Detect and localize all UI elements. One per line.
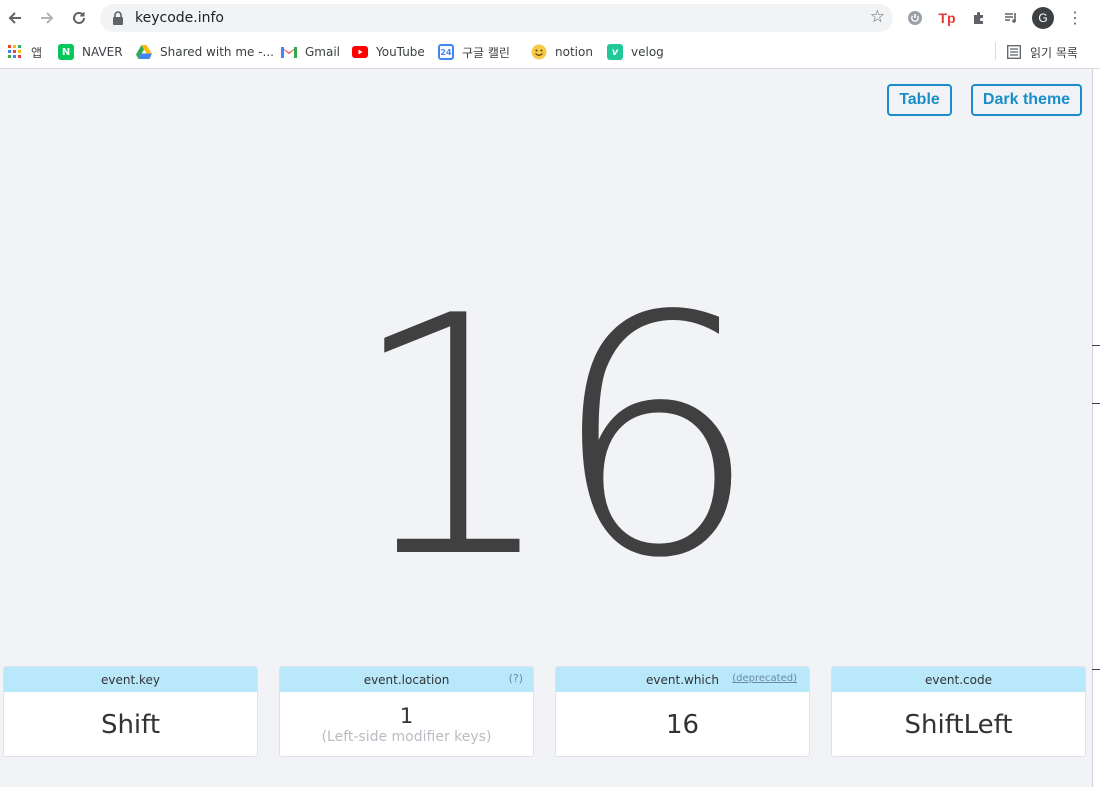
youtube-icon — [352, 44, 368, 60]
card-header: event.key — [4, 667, 257, 692]
window-edge — [1092, 69, 1100, 787]
event-code-card: event.code ShiftLeft — [831, 666, 1086, 757]
tp-extension-icon[interactable]: Tp — [936, 7, 958, 29]
bookmark-label: notion — [555, 45, 593, 59]
table-button[interactable]: Table — [887, 84, 952, 116]
event-which-value: 16 — [665, 710, 700, 740]
address-bar[interactable]: keycode.info ☆ — [100, 4, 893, 32]
dark-theme-button[interactable]: Dark theme — [971, 84, 1082, 116]
bookmark-label: 구글 캘린 — [462, 45, 510, 60]
bookmark-gmail[interactable]: Gmail — [281, 41, 340, 63]
card-body: 16 — [556, 692, 809, 756]
velog-icon: v — [607, 44, 623, 60]
bookmark-label: 앱 — [31, 45, 43, 60]
bookmark-separator — [995, 42, 996, 60]
menu-kebab-icon[interactable]: ⋮ — [1064, 7, 1086, 29]
bookmark-youtube[interactable]: YouTube — [352, 41, 425, 63]
event-key-card: event.key Shift — [3, 666, 258, 757]
bookmark-apps[interactable]: 앱 — [7, 41, 42, 63]
reading-list-label: 읽기 목록 — [1030, 45, 1078, 60]
bookmark-label: NAVER — [82, 45, 123, 59]
back-icon[interactable] — [3, 6, 27, 30]
card-body: ShiftLeft — [832, 692, 1085, 756]
reload-icon[interactable] — [67, 6, 91, 30]
bookmark-label: velog — [631, 45, 664, 59]
event-location-value: 1 — [399, 704, 414, 728]
reading-list[interactable]: 읽기 목록 — [1006, 41, 1078, 63]
gmail-icon — [281, 44, 297, 60]
bookmark-notion[interactable]: notion — [531, 41, 593, 63]
location-help-link[interactable]: (?) — [509, 672, 523, 685]
card-title: event.location — [363, 672, 450, 687]
browser-toolbar: keycode.info ☆ Tp G ⋮ — [0, 0, 1100, 36]
keycode-display: 16 — [348, 246, 760, 630]
card-title: event.key — [101, 672, 160, 687]
card-header: event.which (deprecated) — [556, 667, 809, 692]
bookmarks-bar: 앱 N NAVER Shared with me -... Gmail YouT… — [0, 36, 1100, 69]
bookmark-star-icon[interactable]: ☆ — [870, 7, 885, 27]
event-key-value: Shift — [100, 710, 161, 740]
card-title: event.code — [925, 672, 992, 687]
card-body: Shift — [4, 692, 257, 756]
google-calendar-icon: 24 — [438, 44, 454, 60]
card-body: 1 (Left-side modifier keys) — [280, 692, 533, 756]
bookmark-label: YouTube — [376, 45, 425, 59]
bookmark-google-calendar[interactable]: 24 구글 캘린 — [438, 41, 510, 63]
media-queue-icon[interactable] — [1000, 7, 1022, 29]
bookmark-velog[interactable]: v velog — [607, 41, 664, 63]
deprecated-link[interactable]: (deprecated) — [732, 673, 797, 684]
google-drive-icon — [136, 44, 152, 60]
reading-list-icon — [1006, 44, 1022, 60]
bookmark-label: Shared with me -... — [160, 45, 274, 59]
apps-grid-icon — [7, 44, 23, 60]
bookmark-naver[interactable]: N NAVER — [58, 41, 123, 63]
forward-icon[interactable] — [35, 6, 59, 30]
card-title: event.which — [646, 672, 719, 687]
card-header: event.location (?) — [280, 667, 533, 692]
event-location-description: (Left-side modifier keys) — [321, 729, 492, 745]
bookmark-label: Gmail — [305, 45, 341, 59]
bookmark-shared-with-me[interactable]: Shared with me -... — [136, 41, 274, 63]
lock-icon — [113, 11, 123, 25]
smiley-icon — [531, 44, 547, 60]
event-location-card: event.location (?) 1 (Left-side modifier… — [279, 666, 534, 757]
url-text: keycode.info — [135, 10, 224, 26]
profile-avatar[interactable]: G — [1032, 7, 1054, 29]
event-code-value: ShiftLeft — [904, 710, 1013, 740]
power-extension-icon[interactable] — [904, 7, 926, 29]
naver-icon: N — [58, 44, 74, 60]
card-header: event.code — [832, 667, 1085, 692]
event-which-card: event.which (deprecated) 16 — [555, 666, 810, 757]
extensions-puzzle-icon[interactable] — [968, 7, 990, 29]
